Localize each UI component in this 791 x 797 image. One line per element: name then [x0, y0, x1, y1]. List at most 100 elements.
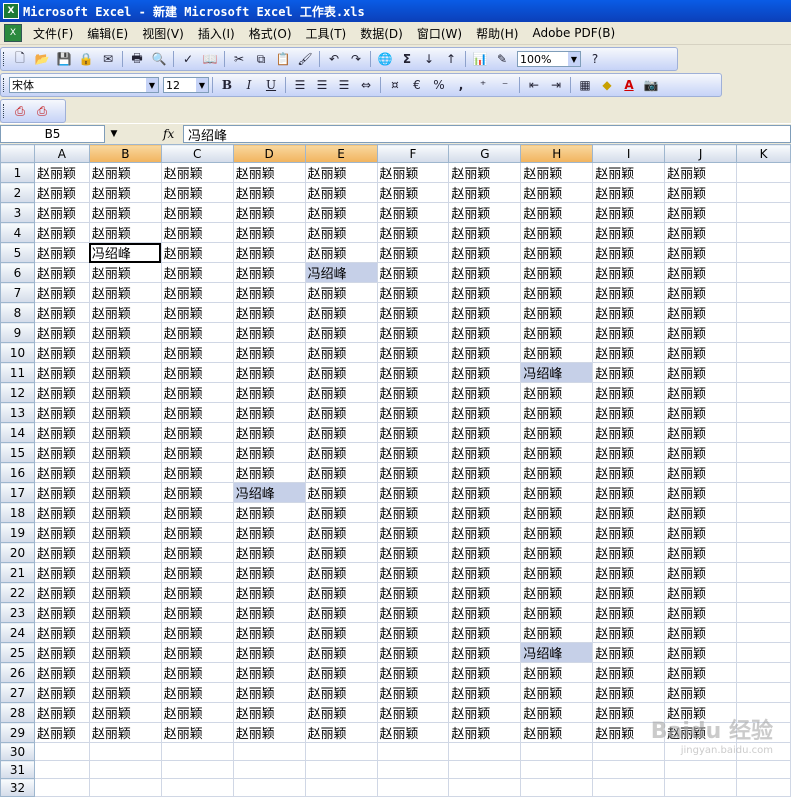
research-icon[interactable]: 📖	[200, 49, 220, 69]
cell-g27[interactable]: 赵丽颖	[448, 682, 522, 703]
font-name-select[interactable]: 宋体 ▼	[9, 77, 159, 93]
cell-g2[interactable]: 赵丽颖	[448, 182, 522, 203]
menu-help[interactable]: 帮助(H)	[469, 25, 525, 42]
convert-and-email-pdf-icon[interactable]: ⎙	[32, 101, 52, 121]
row-header[interactable]: 12	[0, 382, 35, 403]
cell-b13[interactable]: 赵丽颖	[88, 402, 162, 423]
cell-a22[interactable]: 赵丽颖	[33, 582, 90, 603]
cell-g15[interactable]: 赵丽颖	[448, 442, 522, 463]
cell-i16[interactable]: 赵丽颖	[592, 462, 666, 483]
row-header[interactable]: 11	[0, 362, 35, 383]
cell-k16[interactable]	[736, 462, 791, 483]
cell-j13[interactable]: 赵丽颖	[664, 402, 738, 423]
cell-i1[interactable]: 赵丽颖	[592, 162, 666, 183]
cell-d19[interactable]: 赵丽颖	[232, 522, 306, 543]
cell-a4[interactable]: 赵丽颖	[33, 222, 90, 243]
cell-d2[interactable]: 赵丽颖	[232, 182, 306, 203]
cell-d20[interactable]: 赵丽颖	[232, 542, 306, 563]
cell-d15[interactable]: 赵丽颖	[232, 442, 306, 463]
cell-i15[interactable]: 赵丽颖	[592, 442, 666, 463]
cell-d26[interactable]: 赵丽颖	[232, 662, 306, 683]
row-header[interactable]: 5	[0, 242, 35, 263]
cell-k1[interactable]	[736, 162, 791, 183]
cell-f29[interactable]: 赵丽颖	[376, 722, 450, 743]
cell-j6[interactable]: 赵丽颖	[664, 262, 738, 283]
cell-b15[interactable]: 赵丽颖	[88, 442, 162, 463]
cell-d23[interactable]: 赵丽颖	[232, 602, 306, 623]
cell-i22[interactable]: 赵丽颖	[592, 582, 666, 603]
italic-button[interactable]: I	[239, 75, 259, 95]
cell-i31[interactable]	[592, 760, 666, 779]
cell-c15[interactable]: 赵丽颖	[160, 442, 234, 463]
cell-j27[interactable]: 赵丽颖	[664, 682, 738, 703]
cell-f14[interactable]: 赵丽颖	[376, 422, 450, 443]
cell-h15[interactable]: 赵丽颖	[520, 442, 594, 463]
cell-a15[interactable]: 赵丽颖	[33, 442, 90, 463]
cell-c19[interactable]: 赵丽颖	[160, 522, 234, 543]
font-color-button[interactable]: A	[619, 75, 639, 95]
cell-g25[interactable]: 赵丽颖	[448, 642, 522, 663]
cell-c5[interactable]: 赵丽颖	[160, 242, 234, 263]
toolbar-grip[interactable]	[3, 104, 7, 118]
decrease-decimal-icon[interactable]: ⁻	[495, 75, 515, 95]
cell-e27[interactable]: 赵丽颖	[304, 682, 378, 703]
cell-j24[interactable]: 赵丽颖	[664, 622, 738, 643]
cell-i23[interactable]: 赵丽颖	[592, 602, 666, 623]
cell-h19[interactable]: 赵丽颖	[520, 522, 594, 543]
formula-input[interactable]: 冯绍峰	[183, 125, 791, 144]
row-header[interactable]: 19	[0, 522, 35, 543]
cell-j16[interactable]: 赵丽颖	[664, 462, 738, 483]
cell-i5[interactable]: 赵丽颖	[592, 242, 666, 263]
cell-f2[interactable]: 赵丽颖	[376, 182, 450, 203]
cell-f32[interactable]	[376, 778, 450, 797]
cell-k27[interactable]	[736, 682, 791, 703]
cell-b26[interactable]: 赵丽颖	[88, 662, 162, 683]
cell-k23[interactable]	[736, 602, 791, 623]
cell-g16[interactable]: 赵丽颖	[448, 462, 522, 483]
cell-b6[interactable]: 赵丽颖	[88, 262, 162, 283]
cell-b8[interactable]: 赵丽颖	[88, 302, 162, 323]
cell-d11[interactable]: 赵丽颖	[232, 362, 306, 383]
cell-b16[interactable]: 赵丽颖	[88, 462, 162, 483]
cell-h10[interactable]: 赵丽颖	[520, 342, 594, 363]
cell-f23[interactable]: 赵丽颖	[376, 602, 450, 623]
cell-e14[interactable]: 赵丽颖	[304, 422, 378, 443]
cell-g26[interactable]: 赵丽颖	[448, 662, 522, 683]
cell-h18[interactable]: 赵丽颖	[520, 502, 594, 523]
column-header-g[interactable]: G	[448, 144, 522, 163]
cell-c4[interactable]: 赵丽颖	[160, 222, 234, 243]
chevron-down-icon[interactable]: ▼	[196, 78, 208, 92]
cell-a14[interactable]: 赵丽颖	[33, 422, 90, 443]
cell-c31[interactable]	[160, 760, 234, 779]
cell-k12[interactable]	[736, 382, 791, 403]
cell-k21[interactable]	[736, 562, 791, 583]
cell-j18[interactable]: 赵丽颖	[664, 502, 738, 523]
menu-adobe-pdf[interactable]: Adobe PDF(B)	[525, 26, 622, 40]
cell-h29[interactable]: 赵丽颖	[520, 722, 594, 743]
cell-h32[interactable]	[520, 778, 594, 797]
cell-i8[interactable]: 赵丽颖	[592, 302, 666, 323]
cell-e25[interactable]: 赵丽颖	[304, 642, 378, 663]
row-header[interactable]: 30	[0, 742, 35, 761]
cell-g32[interactable]	[448, 778, 522, 797]
cell-a8[interactable]: 赵丽颖	[33, 302, 90, 323]
cell-i12[interactable]: 赵丽颖	[592, 382, 666, 403]
cell-b30[interactable]	[88, 742, 162, 761]
cell-a26[interactable]: 赵丽颖	[33, 662, 90, 683]
cell-e10[interactable]: 赵丽颖	[304, 342, 378, 363]
cell-k22[interactable]	[736, 582, 791, 603]
cell-d13[interactable]: 赵丽颖	[232, 402, 306, 423]
cell-d29[interactable]: 赵丽颖	[232, 722, 306, 743]
email-icon[interactable]: ✉	[98, 49, 118, 69]
name-box[interactable]: B5	[0, 125, 105, 143]
cell-k17[interactable]	[736, 482, 791, 503]
borders-icon[interactable]: ▦	[575, 75, 595, 95]
cell-c13[interactable]: 赵丽颖	[160, 402, 234, 423]
cell-d3[interactable]: 赵丽颖	[232, 202, 306, 223]
cell-i4[interactable]: 赵丽颖	[592, 222, 666, 243]
cell-b25[interactable]: 赵丽颖	[88, 642, 162, 663]
cell-h13[interactable]: 赵丽颖	[520, 402, 594, 423]
cell-b28[interactable]: 赵丽颖	[88, 702, 162, 723]
cell-f3[interactable]: 赵丽颖	[376, 202, 450, 223]
cell-a29[interactable]: 赵丽颖	[33, 722, 90, 743]
